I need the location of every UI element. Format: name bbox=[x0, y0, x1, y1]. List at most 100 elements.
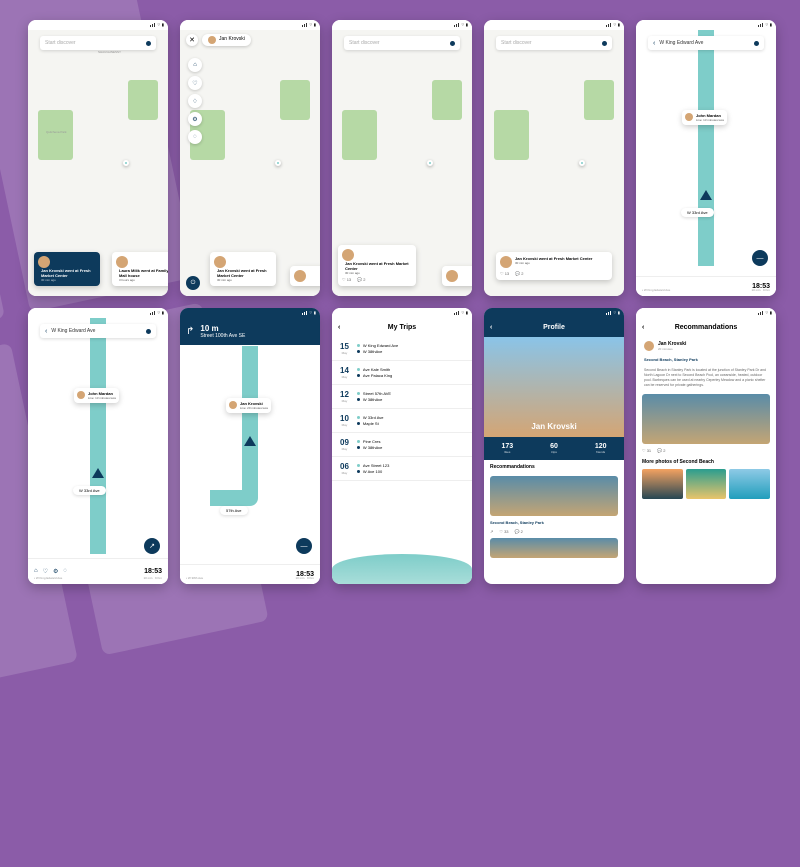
live-card[interactable]: John MardanLive: 13 minutes less bbox=[682, 110, 727, 125]
search-bar[interactable]: Start discover bbox=[40, 36, 156, 50]
mic-icon[interactable] bbox=[146, 329, 151, 334]
back-icon[interactable]: ‹ bbox=[45, 328, 47, 335]
nav-fab[interactable]: — bbox=[296, 538, 312, 554]
search-placeholder: Start discover bbox=[45, 40, 142, 46]
profile-hero: Jan Krovski bbox=[484, 337, 624, 437]
status-bar: ⌔ ▮ bbox=[332, 308, 472, 318]
rec-image[interactable] bbox=[490, 538, 618, 558]
street-label: W 33rd Ave bbox=[681, 208, 714, 217]
page-header: ‹Profile bbox=[484, 318, 624, 337]
trip-item[interactable]: 15MayW King Edward AveW 38thAve bbox=[332, 337, 472, 361]
activity-card[interactable]: Jan Krovski went at Fresh Market Center3… bbox=[338, 245, 416, 286]
screen-menu: ⌔ ▮ ✕ Jan Krovski ⌂ ♡ ♢ ⚙ ◌ Jan Krovski … bbox=[180, 20, 320, 296]
activity-card[interactable]: Jan Krovski went at Fresh Market Center3… bbox=[210, 252, 276, 286]
back-icon[interactable]: ‹ bbox=[653, 40, 655, 47]
heart-icon[interactable]: ♡ bbox=[188, 76, 202, 90]
gear-icon[interactable]: ⚙ bbox=[53, 568, 58, 575]
stats-bar: 173likes 60trips 120friends bbox=[484, 437, 624, 460]
close-button[interactable]: ✕ bbox=[186, 34, 198, 46]
screen-nav-3: ⌔ ▮ ↱ 10 mStreet 100th Ave SE 57th Ave J… bbox=[180, 308, 320, 584]
status-bar: ⌔ ▮ bbox=[180, 308, 320, 318]
back-icon[interactable]: ‹ bbox=[338, 324, 340, 331]
bell-icon[interactable]: ♢ bbox=[188, 94, 202, 108]
back-icon[interactable]: ‹ bbox=[490, 324, 492, 331]
nav-arrow-icon bbox=[700, 190, 712, 200]
trip-item[interactable]: 12MayStreet 57th AVEW 38thAve bbox=[332, 385, 472, 409]
trip-item[interactable]: 10MayW 33rd AveMaple St bbox=[332, 409, 472, 433]
status-bar: ⌔ ▮ bbox=[636, 308, 776, 318]
screen-home-1: ⌔ ▮ SHAUGHNESSY Quilchena Park Start dis… bbox=[28, 20, 168, 296]
activity-card[interactable] bbox=[442, 266, 472, 286]
mic-icon[interactable] bbox=[602, 41, 607, 46]
trip-item[interactable]: 06MayAve Street 123W Ave 100 bbox=[332, 457, 472, 481]
rec-image[interactable] bbox=[642, 394, 770, 444]
nav-fab[interactable]: — bbox=[752, 250, 768, 266]
status-bar: ⌔ ▮ bbox=[180, 20, 320, 30]
heart-icon[interactable]: ♡ bbox=[43, 568, 48, 575]
comment-icon[interactable]: 💬 2 bbox=[357, 277, 365, 282]
mic-icon[interactable] bbox=[450, 41, 455, 46]
photo-thumb[interactable] bbox=[642, 469, 683, 499]
trip-item[interactable]: 09MayPine CresW 38thAve bbox=[332, 433, 472, 457]
screen-trips: ⌔ ▮ ‹My Trips 15MayW King Edward AveW 38… bbox=[332, 308, 472, 584]
gear-icon[interactable]: ⚙ bbox=[188, 112, 202, 126]
live-card[interactable]: Jan KrovskiLive: 20 minutes less bbox=[226, 398, 271, 413]
nav-arrow-icon bbox=[92, 468, 104, 478]
live-card[interactable]: John MardanLive: 13 minutes less bbox=[74, 388, 119, 403]
screen-nav-1: ⌔ ▮ W 33rd Ave ‹W King Edward Ave John M… bbox=[636, 20, 776, 296]
search-bar[interactable]: Start discover bbox=[496, 36, 612, 50]
screen-profile: ⌔ ▮ ‹Profile Jan Krovski 173likes 60trip… bbox=[484, 308, 624, 584]
nav-search[interactable]: ‹W King Edward Ave bbox=[40, 324, 156, 338]
share-icon[interactable]: ↗ bbox=[490, 529, 493, 534]
radial-menu: ⌂ ♡ ♢ ⚙ ◌ bbox=[188, 58, 202, 144]
activity-card-laura[interactable]: Laura Milik went at Family Mall house3 h… bbox=[112, 252, 168, 286]
trips-list[interactable]: 15MayW King Edward AveW 38thAve14MayAve … bbox=[332, 337, 472, 481]
rec-author[interactable]: Jan Krovski20 minutes bbox=[636, 337, 776, 355]
mic-icon[interactable] bbox=[146, 41, 151, 46]
comment-icon[interactable]: 💬 2 bbox=[515, 529, 523, 534]
profile-pill[interactable]: Jan Krovski bbox=[202, 34, 251, 46]
like-icon[interactable]: ♡ 33 bbox=[499, 529, 508, 534]
mic-icon[interactable] bbox=[754, 41, 759, 46]
avatar bbox=[38, 256, 50, 268]
nav-header: ↱ 10 mStreet 100th Ave SE bbox=[180, 318, 320, 345]
turn-icon: ↱ bbox=[186, 326, 194, 337]
comment-icon[interactable]: 💬 2 bbox=[515, 271, 523, 276]
like-icon[interactable]: ♡ 31 bbox=[642, 448, 651, 453]
status-bar: ⌔ ▮ bbox=[484, 20, 624, 30]
back-icon[interactable]: ‹ bbox=[642, 324, 644, 331]
location-pin[interactable] bbox=[123, 160, 129, 166]
photo-thumb[interactable] bbox=[686, 469, 727, 499]
chat-icon[interactable]: ◌ bbox=[188, 130, 202, 144]
avatar bbox=[116, 256, 128, 268]
like-icon[interactable]: ♡ 13 bbox=[500, 271, 509, 276]
activity-card-jan[interactable]: Jan Krovski went at Fresh Market Center3… bbox=[34, 252, 100, 286]
power-button[interactable]: ⏻ bbox=[186, 276, 200, 290]
activity-card[interactable] bbox=[290, 266, 320, 286]
trip-item[interactable]: 14MayAve Kale SmithAve Palaca King bbox=[332, 361, 472, 385]
photo-thumb[interactable] bbox=[729, 469, 770, 499]
status-bar: ⌔ ▮ bbox=[484, 308, 624, 318]
like-icon[interactable]: ♡ 13 bbox=[342, 277, 351, 282]
screen-nav-2: ⌔ ▮ W 33rd Ave ‹W King Edward Ave John M… bbox=[28, 308, 168, 584]
status-bar: ⌔ ▮ bbox=[332, 20, 472, 30]
location-pin[interactable] bbox=[275, 160, 281, 166]
screen-detail: ⌔ ▮ Start discover Jan Krovski went at F… bbox=[484, 20, 624, 296]
nav-fab[interactable]: ↗ bbox=[144, 538, 160, 554]
activity-card-expanded[interactable]: Jan Krovski went at Fresh Market Center3… bbox=[496, 252, 612, 280]
status-bar: ⌔ ▮ bbox=[636, 20, 776, 30]
photo-grid bbox=[636, 469, 776, 499]
nav-search[interactable]: ‹W King Edward Ave bbox=[648, 36, 764, 50]
rec-image[interactable] bbox=[490, 476, 618, 516]
screen-home-3: ⌔ ▮ Start discover Jan Krovski went at F… bbox=[332, 20, 472, 296]
screen-recommendations: ⌔ ▮ ‹Recommandations Jan Krovski20 minut… bbox=[636, 308, 776, 584]
comment-icon[interactable]: 💬 2 bbox=[657, 448, 665, 453]
home-icon[interactable]: ⌂ bbox=[34, 568, 38, 575]
wave-decoration bbox=[332, 554, 472, 584]
page-header: ‹Recommandations bbox=[636, 318, 776, 337]
rec-description: Second Beach in Stanley Park is located … bbox=[636, 364, 776, 392]
status-bar: ⌔ ▮ bbox=[28, 20, 168, 30]
home-icon[interactable]: ⌂ bbox=[188, 58, 202, 72]
search-bar[interactable]: Start discover bbox=[344, 36, 460, 50]
chat-icon[interactable]: ◌ bbox=[63, 568, 67, 575]
